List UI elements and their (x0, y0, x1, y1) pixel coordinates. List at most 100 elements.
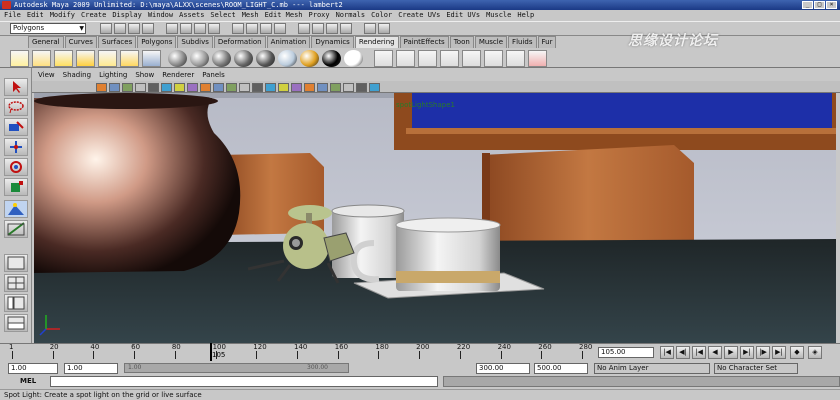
select-component-icon[interactable] (180, 23, 192, 34)
shadows-icon[interactable] (304, 83, 315, 92)
shelf-tab-surfaces[interactable]: Surfaces (97, 36, 137, 48)
snap-grid-icon[interactable] (208, 23, 220, 34)
camera-attributes-icon[interactable] (109, 83, 120, 92)
select-tool-icon[interactable] (4, 78, 28, 96)
isolate-select-icon[interactable] (343, 83, 354, 92)
menu-set-dropdown[interactable]: Polygons (10, 23, 86, 34)
blinn-material-icon[interactable] (190, 50, 209, 67)
phong-material-icon[interactable] (212, 50, 231, 67)
move-tool-icon[interactable] (4, 138, 28, 156)
point-light-icon[interactable] (54, 50, 73, 67)
minimize-button[interactable]: _ (802, 1, 813, 9)
gate-mask-icon[interactable] (187, 83, 198, 92)
textured-icon[interactable] (278, 83, 289, 92)
shelf-tab-toon[interactable]: Toon (449, 36, 474, 48)
perspective-viewport[interactable]: spotLightShape1 (34, 93, 836, 343)
rotate-tool-icon[interactable] (4, 158, 28, 176)
menu-modify[interactable]: Modify (50, 10, 75, 21)
character-set-dropdown[interactable]: No Character Set (714, 363, 798, 374)
open-scene-icon[interactable] (114, 23, 126, 34)
panel-menu-lighting[interactable]: Lighting (99, 70, 127, 81)
menu-file[interactable]: File (4, 10, 21, 21)
paint-select-tool-icon[interactable] (4, 118, 28, 136)
surface-shader-icon[interactable] (322, 50, 341, 67)
spot-light-tool-icon[interactable] (4, 200, 28, 218)
snap-curve-icon[interactable] (232, 23, 244, 34)
select-object-icon[interactable] (166, 23, 178, 34)
maximize-button[interactable]: □ (814, 1, 825, 9)
panel-menu-show[interactable]: Show (135, 70, 154, 81)
panel-menu-shading[interactable]: Shading (63, 70, 91, 81)
scale-tool-icon[interactable] (4, 178, 28, 196)
render-settings-icon[interactable] (462, 50, 481, 67)
select-hierarchy-icon[interactable] (142, 23, 154, 34)
shelf-tab-painteffects[interactable]: PaintEffects (399, 36, 449, 48)
playback-end-field[interactable]: 300.00 (476, 363, 530, 374)
shelf-tab-fluids[interactable]: Fluids (508, 36, 537, 48)
step-back-key-icon[interactable]: |◀ (692, 346, 706, 359)
animation-preferences-icon[interactable]: ◈ (808, 346, 822, 359)
single-perspective-layout-icon[interactable] (4, 254, 28, 272)
end-time-field[interactable]: 500.00 (534, 363, 588, 374)
go-to-start-icon[interactable]: |◀ (660, 346, 674, 359)
bookmarks-icon[interactable] (122, 83, 133, 92)
use-background-icon[interactable] (344, 50, 363, 67)
shelf-tab-deformation[interactable]: Deformation (213, 36, 266, 48)
wireframe-on-shaded-icon[interactable] (356, 83, 367, 92)
image-plane-icon[interactable] (135, 83, 146, 92)
render-settings-icon[interactable] (326, 23, 338, 34)
history-icon[interactable] (274, 23, 286, 34)
snap-plane-icon[interactable] (260, 23, 272, 34)
shelf-tab-animation[interactable]: Animation (266, 36, 311, 48)
bounding-box-icon[interactable] (265, 83, 276, 92)
ipr-render-icon[interactable] (396, 50, 415, 67)
backface-culling-icon[interactable] (369, 83, 380, 92)
light-linking-icon[interactable] (506, 50, 525, 67)
high-quality-icon[interactable] (317, 83, 328, 92)
outliner-layout-icon[interactable] (4, 294, 28, 312)
range-slider-handle[interactable]: 1.00 300.00 (124, 363, 349, 373)
safe-action-icon[interactable] (213, 83, 224, 92)
shelf-tab-fur[interactable]: Fur (537, 36, 557, 48)
render-icon[interactable] (298, 23, 310, 34)
start-time-field[interactable]: 1.00 (8, 363, 58, 374)
command-language-label[interactable]: MEL (20, 377, 36, 385)
play-forwards-icon[interactable]: ▶ (724, 346, 738, 359)
wireframe-icon[interactable] (239, 83, 250, 92)
volume-light-icon[interactable] (120, 50, 139, 67)
menu-window[interactable]: Window (148, 10, 173, 21)
manipulator-tool-icon[interactable] (4, 220, 28, 238)
lasso-tool-icon[interactable] (4, 98, 28, 116)
render-view-icon[interactable] (418, 50, 437, 67)
menu-proxy[interactable]: Proxy (309, 10, 330, 21)
grid-icon[interactable] (148, 83, 159, 92)
panel-menu-panels[interactable]: Panels (202, 70, 225, 81)
shelf-tab-polygons[interactable]: Polygons (137, 36, 177, 48)
step-forward-frame-icon[interactable]: |▶ (756, 346, 770, 359)
phong-e-material-icon[interactable] (234, 50, 253, 67)
shelf-tab-muscle[interactable]: Muscle (474, 36, 508, 48)
lighting-icon[interactable] (291, 83, 302, 92)
menu-help[interactable]: Help (517, 10, 534, 21)
new-scene-icon[interactable] (100, 23, 112, 34)
menu-color[interactable]: Color (371, 10, 392, 21)
snap-point-icon[interactable] (246, 23, 258, 34)
film-gate-icon[interactable] (161, 83, 172, 92)
safe-title-icon[interactable] (226, 83, 237, 92)
resolution-gate-icon[interactable] (174, 83, 185, 92)
menu-mesh[interactable]: Mesh (242, 10, 259, 21)
hypershade-icon[interactable] (440, 50, 459, 67)
batch-render-icon[interactable] (484, 50, 503, 67)
menu-display[interactable]: Display (112, 10, 142, 21)
step-forward-key-icon[interactable]: ▶| (740, 346, 754, 359)
area-light-icon[interactable] (98, 50, 117, 67)
menu-edit-uvs[interactable]: Edit UVs (446, 10, 480, 21)
spot-light-icon[interactable] (76, 50, 95, 67)
directional-light-icon[interactable] (32, 50, 51, 67)
pick-mask-icon[interactable] (194, 23, 206, 34)
anisotropic-material-icon[interactable] (256, 50, 275, 67)
panel-menu-renderer[interactable]: Renderer (162, 70, 194, 81)
ipr-render-icon[interactable] (312, 23, 324, 34)
play-backwards-icon[interactable]: ◀ (708, 346, 722, 359)
close-button[interactable]: × (826, 1, 837, 9)
